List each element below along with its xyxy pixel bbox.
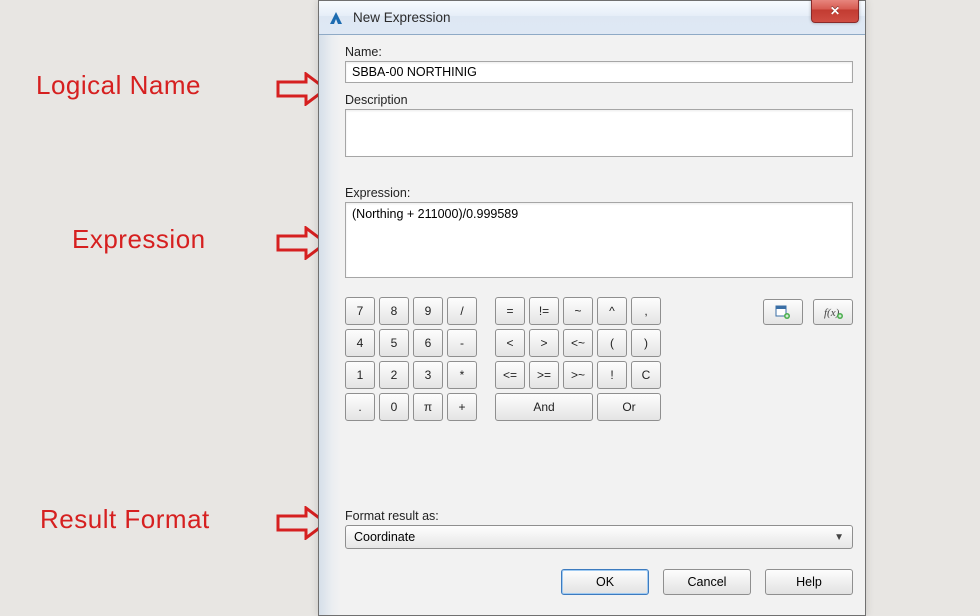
- dialog-title: New Expression: [353, 10, 451, 25]
- name-label: Name:: [345, 45, 853, 59]
- key-multiply[interactable]: *: [447, 361, 477, 389]
- key-lparen[interactable]: (: [597, 329, 627, 357]
- close-button[interactable]: ✕: [811, 0, 859, 23]
- annotation-result-format: Result Format: [40, 504, 210, 535]
- new-expression-dialog: New Expression ✕ Name: Description Expre…: [318, 0, 866, 616]
- key-8[interactable]: 8: [379, 297, 409, 325]
- key-neq[interactable]: !=: [529, 297, 559, 325]
- key-gttilde[interactable]: >~: [563, 361, 593, 389]
- key-gt[interactable]: >: [529, 329, 559, 357]
- key-comma[interactable]: ,: [631, 297, 661, 325]
- expression-input[interactable]: [345, 202, 853, 278]
- key-divide[interactable]: /: [447, 297, 477, 325]
- key-2[interactable]: 2: [379, 361, 409, 389]
- key-5[interactable]: 5: [379, 329, 409, 357]
- key-7[interactable]: 7: [345, 297, 375, 325]
- annotation-logical-name: Logical Name: [36, 70, 201, 101]
- key-dot[interactable]: .: [345, 393, 375, 421]
- keypad-operators: = != ~ ^ , < > <~ ( ) <= >= >~ ! C And O…: [495, 297, 661, 421]
- key-eq[interactable]: =: [495, 297, 525, 325]
- description-input[interactable]: [345, 109, 853, 157]
- help-button[interactable]: Help: [765, 569, 853, 595]
- key-plus[interactable]: +: [447, 393, 477, 421]
- key-pi[interactable]: π: [413, 393, 443, 421]
- key-clear[interactable]: C: [631, 361, 661, 389]
- description-label: Description: [345, 93, 853, 107]
- key-lt[interactable]: <: [495, 329, 525, 357]
- key-or[interactable]: Or: [597, 393, 661, 421]
- keypad-numeric: 7 8 9 / 4 5 6 - 1 2 3 * . 0 π +: [345, 297, 477, 421]
- dialog-glass-edge: [319, 35, 341, 615]
- key-lte[interactable]: <=: [495, 361, 525, 389]
- key-gte[interactable]: >=: [529, 361, 559, 389]
- key-9[interactable]: 9: [413, 297, 443, 325]
- dialog-button-row: OK Cancel Help: [561, 569, 853, 595]
- key-bang[interactable]: !: [597, 361, 627, 389]
- format-label: Format result as:: [345, 509, 853, 523]
- property-icon: [775, 305, 791, 319]
- insert-function-button[interactable]: f(x): [813, 299, 853, 325]
- key-tilde[interactable]: ~: [563, 297, 593, 325]
- close-icon: ✕: [830, 4, 840, 18]
- key-6[interactable]: 6: [413, 329, 443, 357]
- format-result-value: Coordinate: [354, 530, 415, 544]
- key-rparen[interactable]: ): [631, 329, 661, 357]
- dialog-body: Name: Description Expression: 7 8 9 / 4 …: [345, 45, 853, 615]
- name-input[interactable]: [345, 61, 853, 83]
- ok-button[interactable]: OK: [561, 569, 649, 595]
- format-section: Format result as: Coordinate ▼: [345, 509, 853, 549]
- key-4[interactable]: 4: [345, 329, 375, 357]
- fx-icon: f(x): [823, 305, 843, 319]
- titlebar[interactable]: New Expression ✕: [319, 1, 865, 35]
- key-3[interactable]: 3: [413, 361, 443, 389]
- key-0[interactable]: 0: [379, 393, 409, 421]
- calculator-keypad: 7 8 9 / 4 5 6 - 1 2 3 * . 0 π + = != ~: [345, 297, 853, 421]
- key-and[interactable]: And: [495, 393, 593, 421]
- key-caret[interactable]: ^: [597, 297, 627, 325]
- expression-label: Expression:: [345, 186, 853, 200]
- annotation-expression: Expression: [72, 224, 206, 255]
- cancel-button[interactable]: Cancel: [663, 569, 751, 595]
- insert-icons: f(x): [763, 297, 853, 325]
- key-lttilde[interactable]: <~: [563, 329, 593, 357]
- key-minus[interactable]: -: [447, 329, 477, 357]
- chevron-down-icon: ▼: [834, 532, 844, 543]
- format-result-select[interactable]: Coordinate ▼: [345, 525, 853, 549]
- insert-property-button[interactable]: [763, 299, 803, 325]
- autodesk-icon: [327, 9, 345, 27]
- key-1[interactable]: 1: [345, 361, 375, 389]
